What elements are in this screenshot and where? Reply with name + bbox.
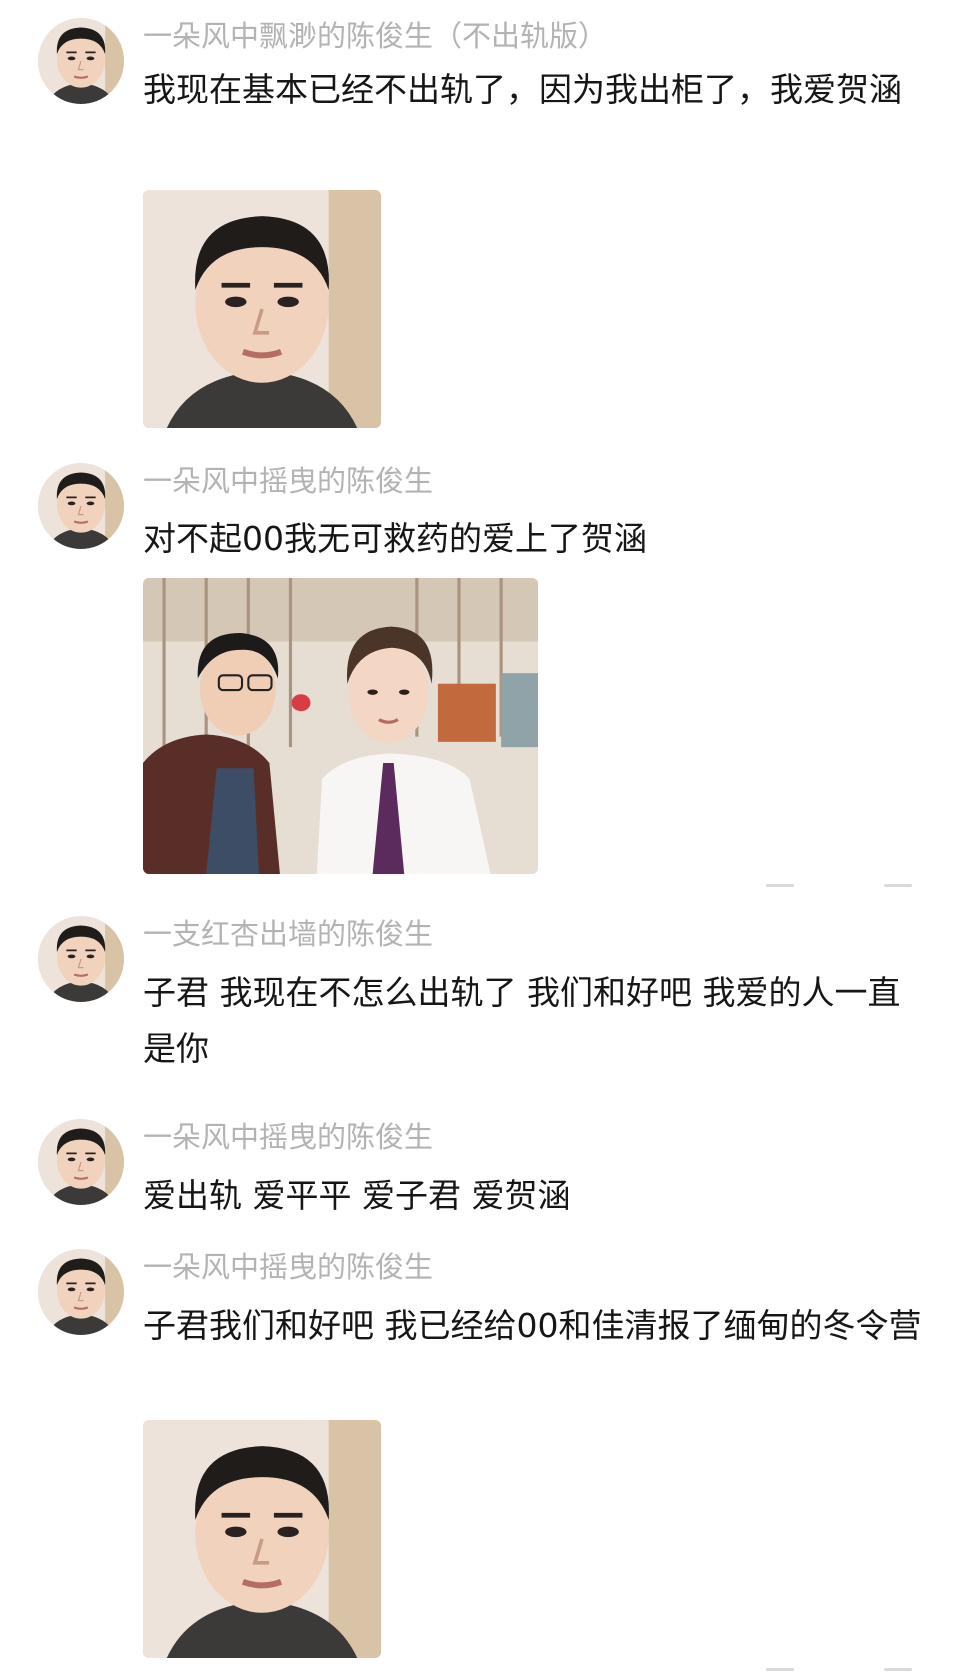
comment-text: 我现在基本已经不出轨了，因为我出柜了，我爱贺涵	[143, 70, 902, 109]
comment-username[interactable]: 一朵风中摇曳的陈俊生	[143, 467, 433, 496]
divider	[766, 884, 794, 887]
comment-text: 对不起00我无可救药的爱上了贺涵	[143, 519, 647, 558]
avatar[interactable]	[38, 916, 124, 1002]
divider	[766, 1668, 794, 1671]
avatar[interactable]	[38, 18, 124, 104]
divider	[884, 884, 912, 887]
comment-photo[interactable]	[143, 578, 538, 874]
comment-text: 爱出轨 爱平平 爱子君 爱贺涵	[143, 1176, 571, 1215]
comment-text: 子君我们和好吧 我已经给00和佳清报了缅甸的冬令营	[143, 1306, 922, 1345]
comment-username[interactable]: 一支红杏出墙的陈俊生	[143, 920, 433, 949]
divider	[884, 1668, 912, 1671]
avatar[interactable]	[38, 463, 124, 549]
comment-feed: 一朵风中飘渺的陈俊生（不出轨版） 我现在基本已经不出轨了，因为我出柜了，我爱贺涵…	[0, 0, 960, 1675]
avatar[interactable]	[38, 1119, 124, 1205]
avatar[interactable]	[38, 1249, 124, 1335]
comment-text: 子君 我现在不怎么出轨了 我们和好吧 我爱的人一直是你	[143, 973, 901, 1068]
comment-photo[interactable]	[143, 1420, 381, 1658]
comment-username[interactable]: 一朵风中摇曳的陈俊生	[143, 1123, 433, 1152]
comment-photo[interactable]	[143, 190, 381, 428]
comment-username[interactable]: 一朵风中飘渺的陈俊生（不出轨版）	[143, 22, 607, 51]
comment-username[interactable]: 一朵风中摇曳的陈俊生	[143, 1253, 433, 1282]
